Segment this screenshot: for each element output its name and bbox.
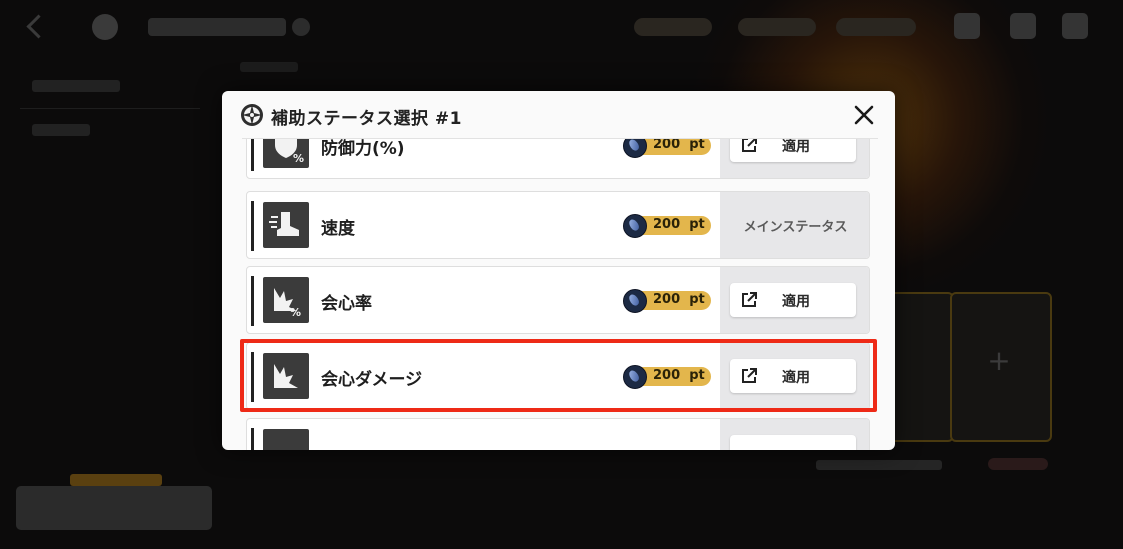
gem-icon bbox=[623, 289, 647, 313]
cost-badge: 200 pt bbox=[623, 214, 711, 238]
currency-chip bbox=[836, 18, 916, 36]
selection-highlight bbox=[240, 339, 877, 412]
apply-button[interactable]: 適用 bbox=[730, 139, 856, 162]
background-button bbox=[16, 486, 212, 530]
action-area: 適用 bbox=[720, 267, 869, 333]
crit-rate-icon: % bbox=[263, 277, 309, 323]
background-side-item bbox=[32, 124, 90, 136]
gem-icon bbox=[623, 214, 647, 238]
close-icon[interactable] bbox=[852, 103, 876, 127]
back-icon bbox=[26, 14, 51, 39]
external-link-icon bbox=[742, 139, 757, 152]
cost-text: 200 pt bbox=[653, 217, 705, 232]
external-link-icon bbox=[742, 292, 757, 307]
action-area bbox=[720, 419, 869, 450]
cost-text: 200 pt bbox=[653, 139, 705, 152]
stat-name: 防御力(%) bbox=[321, 139, 405, 159]
row-accent bbox=[251, 139, 254, 171]
list-item: 速度 200 pt メインステータス bbox=[246, 191, 870, 259]
main-status-label: メインステータス bbox=[743, 220, 848, 235]
apply-label: 適用 bbox=[782, 294, 810, 310]
speed-boot-icon bbox=[263, 202, 309, 248]
stat-name: 会心率 bbox=[321, 294, 372, 314]
svg-text:%: % bbox=[293, 152, 304, 165]
background-indicator bbox=[988, 458, 1048, 470]
compass-icon bbox=[241, 104, 263, 126]
info-icon bbox=[292, 18, 310, 36]
action-area: 適用 bbox=[720, 139, 869, 178]
row-accent bbox=[251, 201, 254, 251]
background-divider bbox=[20, 108, 200, 109]
currency-chip bbox=[738, 18, 816, 36]
stat-icon bbox=[263, 429, 309, 450]
background-tag bbox=[70, 474, 162, 486]
stat-name: 速度 bbox=[321, 219, 355, 239]
menu-icon bbox=[954, 13, 980, 39]
background-topbar bbox=[0, 0, 1123, 56]
row-accent bbox=[251, 428, 254, 450]
svg-text:%: % bbox=[290, 306, 301, 319]
background-tab bbox=[240, 62, 298, 72]
apply-label: 適用 bbox=[782, 139, 810, 155]
modal-title: 補助ステータス選択 #1 bbox=[271, 109, 462, 129]
home-icon bbox=[92, 14, 118, 40]
background-side-item bbox=[32, 80, 120, 92]
currency-chip bbox=[634, 18, 712, 36]
cost-badge: 200 pt bbox=[623, 289, 711, 313]
cost-badge: 200 pt bbox=[623, 139, 711, 158]
defense-percent-icon: % bbox=[263, 139, 309, 168]
background-title bbox=[148, 18, 286, 36]
background-text bbox=[816, 460, 942, 470]
mail-icon bbox=[1010, 13, 1036, 39]
list-item[interactable]: % 防御力(%) 200 pt 適用 bbox=[246, 139, 870, 179]
apply-button[interactable]: 適用 bbox=[730, 283, 856, 317]
row-accent bbox=[251, 276, 254, 326]
apply-button[interactable] bbox=[730, 435, 856, 450]
plus-icon: + bbox=[987, 344, 1011, 377]
list-item[interactable]: % 会心率 200 pt 適用 bbox=[246, 266, 870, 334]
gem-icon bbox=[623, 139, 647, 158]
modal-header: 補助ステータス選択 #1 bbox=[222, 91, 895, 139]
action-area: メインステータス bbox=[720, 192, 869, 258]
settings-icon bbox=[1062, 13, 1088, 39]
list-item[interactable] bbox=[246, 418, 870, 450]
cost-text: 200 pt bbox=[653, 292, 705, 307]
